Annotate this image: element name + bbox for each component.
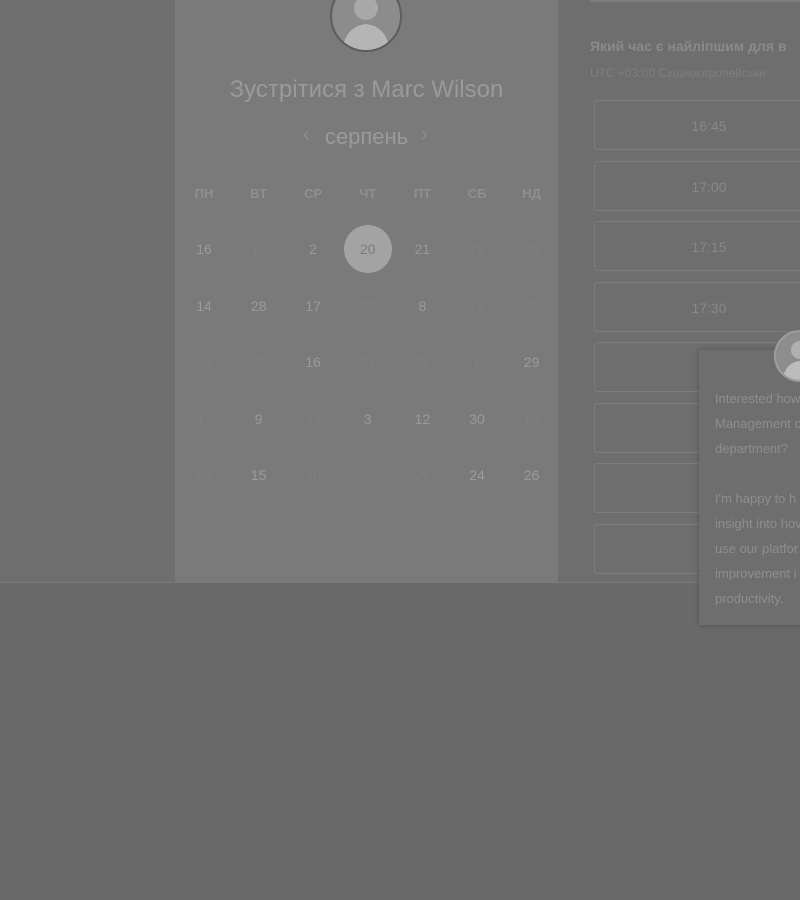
weekday-label: ВТ (250, 186, 268, 201)
chat-message-intro: Interested how Management c department? (715, 391, 800, 456)
day-number: 16 (305, 354, 321, 370)
calendar-day[interactable]: 17 (177, 392, 231, 446)
day-number: 2 (309, 241, 318, 257)
day-number: 18 (523, 410, 540, 427)
calendar-day[interactable]: 9 (232, 392, 286, 446)
meeting-title: Зустрітися з Marc Wilson (229, 76, 504, 103)
day-number: 21 (414, 241, 431, 257)
weekday-label: ЧТ (359, 186, 377, 201)
calendar-day[interactable]: 22 (505, 279, 559, 333)
calendar-day[interactable]: 1 (450, 335, 504, 389)
calendar-day[interactable]: 17 (286, 279, 340, 333)
day-number: 29 (196, 467, 212, 483)
day-number: 27 (360, 354, 376, 370)
time-slot-button[interactable]: 17:00 (594, 160, 800, 211)
calendar-day[interactable]: 30 (505, 222, 559, 276)
calendar-day[interactable]: 2 (232, 335, 286, 389)
month-label: серпень (324, 124, 409, 149)
weekday-label: СР (304, 186, 323, 201)
calendar-day[interactable]: 22 (341, 279, 395, 333)
time-question: Який час є найліпшим для в (590, 38, 787, 54)
time-slot-button[interactable]: 17:30 (594, 281, 800, 332)
calendar-day[interactable]: 14 (177, 279, 231, 333)
chat-message-offer: I'm happy to h insight into hov use our … (715, 491, 800, 606)
day-number: 9 (254, 410, 263, 427)
calendar-day[interactable]: 27 (341, 335, 395, 389)
calendar-day[interactable]: 20 (286, 448, 340, 502)
calendar-day[interactable]: 28 (395, 335, 449, 389)
time-slot-label: 17:30 (691, 299, 727, 316)
day-number: 24 (196, 354, 212, 370)
calendar-day[interactable]: 3 (341, 392, 395, 446)
weekday-label: СБ (467, 186, 487, 201)
day-number: 17 (196, 410, 212, 427)
calendar-day[interactable]: 26 (395, 448, 449, 502)
chevron-right-icon[interactable]: › (421, 124, 428, 147)
time-slot-label: 17:00 (691, 178, 727, 195)
calendar-day[interactable]: 29 (177, 448, 231, 502)
calendar-day[interactable]: 16 (286, 335, 340, 389)
day-number: 12 (414, 410, 431, 427)
weekday-label: НД (522, 186, 541, 201)
calendar-day[interactable]: 24 (177, 335, 231, 389)
day-number: 30 (469, 410, 485, 427)
time-slot-button[interactable]: 17:15 (594, 221, 800, 271)
day-number: 24 (469, 467, 485, 483)
calendar-day[interactable]: 12 (395, 392, 449, 446)
day-number: 24 (305, 410, 321, 427)
day-number: 22 (523, 297, 540, 314)
day-number: 18 (469, 241, 485, 257)
time-slot-label: 16:45 (691, 118, 727, 134)
day-number: 28 (250, 297, 267, 314)
calendar-day[interactable]: 8 (395, 279, 449, 333)
day-number: 11 (251, 241, 266, 257)
day-number: 2 (254, 354, 263, 370)
weekday-label: ПТ (413, 186, 432, 201)
calendar-day[interactable]: 21 (395, 222, 449, 276)
day-number: 14 (196, 297, 212, 314)
calendar-day[interactable]: 18 (450, 222, 504, 276)
calendar-day[interactable]: 30 (450, 392, 504, 446)
day-number: 15 (250, 467, 267, 483)
calendar-day[interactable]: 24 (286, 392, 340, 446)
calendar-day[interactable]: 28 (232, 279, 286, 333)
divider (590, 0, 800, 2)
day-number: 17 (305, 297, 321, 314)
timezone-label: UTC +03:00 Східноєвропейськи (590, 66, 766, 80)
calendar-grid: 16 11 2 20 21 18 30 14 28 17 22 8 19 22 24 2 16 27 28 1 29 17… (177, 222, 559, 502)
time-slot-label: 17:15 (691, 239, 727, 255)
day-number: 30 (523, 241, 540, 257)
day-number: 20 (305, 467, 321, 483)
day-number: 26 (414, 467, 431, 483)
day-number: 1 (473, 354, 481, 370)
weekday-label: ПН (194, 186, 214, 201)
calendar-day[interactable]: 15 (232, 448, 286, 502)
day-number: 20 (343, 225, 392, 273)
day-number: 20 (360, 467, 376, 483)
calendar-day[interactable]: 2 (286, 222, 340, 276)
day-number: 8 (418, 297, 427, 314)
day-number: 29 (523, 354, 540, 370)
calendar-day[interactable]: 19 (450, 279, 504, 333)
calendar-day[interactable]: 20 (341, 448, 395, 502)
calendar-day[interactable]: 18 (505, 392, 559, 446)
calendar-day[interactable]: 29 (505, 335, 559, 389)
calendar-day[interactable]: 24 (450, 448, 504, 502)
calendar-day[interactable]: 16 (177, 222, 231, 276)
calendar-day-selected[interactable]: 20 (341, 222, 395, 276)
month-navigation: ‹ серпень › (175, 124, 558, 152)
day-number: 3 (363, 410, 372, 427)
day-number: 26 (523, 467, 540, 483)
day-number: 19 (469, 297, 485, 314)
calendar-day[interactable]: 26 (505, 448, 559, 502)
time-slot-button[interactable]: 16:45 (594, 100, 800, 150)
calendar-day[interactable]: 11 (232, 222, 286, 276)
day-number: 16 (196, 241, 212, 257)
day-number: 22 (360, 297, 376, 314)
day-number: 28 (414, 354, 431, 370)
